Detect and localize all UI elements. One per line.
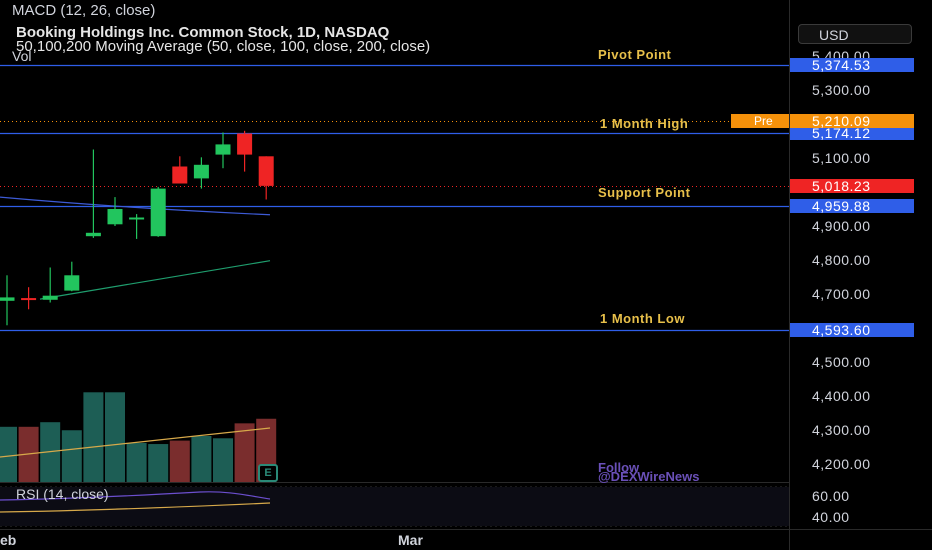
y-tick-label: 4,700.00 [812, 286, 871, 302]
rsi-indicator-label[interactable]: RSI (14, close) [16, 486, 109, 502]
candle[interactable] [193, 157, 209, 189]
candle[interactable] [258, 156, 274, 200]
month-low-annotation: 1 Month Low [600, 311, 685, 326]
volume-bar [105, 392, 125, 482]
y-tick-label: 4,800.00 [812, 252, 871, 268]
candle-body [215, 144, 231, 155]
y-tick-label: 5,100.00 [812, 150, 871, 166]
earnings-marker-icon[interactable]: E [258, 464, 278, 482]
candle-body [193, 164, 209, 179]
candle-body [107, 209, 123, 225]
volume-bar [126, 442, 147, 482]
premarket-label: Pre [731, 114, 789, 128]
candle[interactable] [150, 186, 166, 237]
candle[interactable] [129, 214, 145, 239]
volume-label[interactable]: Vol [12, 48, 31, 64]
candle-body [42, 295, 58, 300]
candle-body [258, 156, 274, 186]
candle[interactable] [172, 156, 188, 184]
candle-body [237, 133, 253, 155]
candle-body [150, 188, 166, 237]
candle-body [64, 275, 80, 291]
candle-body [0, 297, 15, 301]
y-tick-label: 4,300.00 [812, 422, 871, 438]
currency-button[interactable]: USD [798, 24, 912, 44]
candle[interactable] [237, 130, 253, 172]
month-low-price-tag: 4,593.60 [790, 323, 914, 338]
volume-bar [0, 426, 17, 482]
candle[interactable] [215, 132, 231, 169]
volume-bar [83, 392, 104, 482]
candle-body [21, 298, 37, 301]
rsi-tick-label: 60.00 [812, 488, 850, 504]
y-tick-label: 5,300.00 [812, 82, 871, 98]
current-price-tag: 5,018.23 [790, 178, 914, 193]
support-price-tag: 4,959.88 [790, 198, 914, 213]
pivot-price-tag: 5,374.53 [790, 57, 914, 72]
x-axis-label-feb: eb [0, 532, 17, 548]
candle-body [85, 232, 101, 237]
moving-average-label[interactable]: 50,100,200 Moving Average (50, close, 10… [16, 38, 430, 55]
candle[interactable] [85, 149, 101, 238]
pre-price-tag: 5,210.09 [790, 113, 914, 128]
candle[interactable] [64, 261, 80, 292]
y-tick-label: 4,200.00 [812, 456, 871, 472]
candle[interactable] [42, 267, 58, 303]
rsi-tick-label: 40.00 [812, 509, 850, 525]
follow-handle-text: @DEXWireNews [598, 469, 700, 484]
volume-bar [148, 444, 169, 482]
candle-body [129, 217, 145, 220]
volume-bar [234, 423, 255, 482]
volume-bar [169, 440, 190, 482]
volume-bar [191, 436, 212, 482]
month-high-annotation: 1 Month High [600, 116, 689, 131]
pivot-point-annotation: Pivot Point [598, 47, 672, 62]
support-point-annotation: Support Point [598, 185, 691, 200]
y-tick-label: 4,400.00 [812, 388, 871, 404]
y-tick-label: 4,500.00 [812, 354, 871, 370]
rsi-background [0, 487, 789, 526]
macd-indicator-label[interactable]: MACD (12, 26, close) [12, 2, 155, 19]
candle[interactable] [107, 197, 123, 226]
candle[interactable] [21, 287, 37, 310]
volume-bar [61, 430, 82, 482]
candle[interactable] [0, 275, 15, 326]
x-axis-label-mar: Mar [398, 532, 423, 548]
price-chart[interactable] [0, 0, 932, 550]
volume-bar [213, 438, 233, 482]
y-tick-label: 4,900.00 [812, 218, 871, 234]
candle-body [172, 166, 188, 184]
